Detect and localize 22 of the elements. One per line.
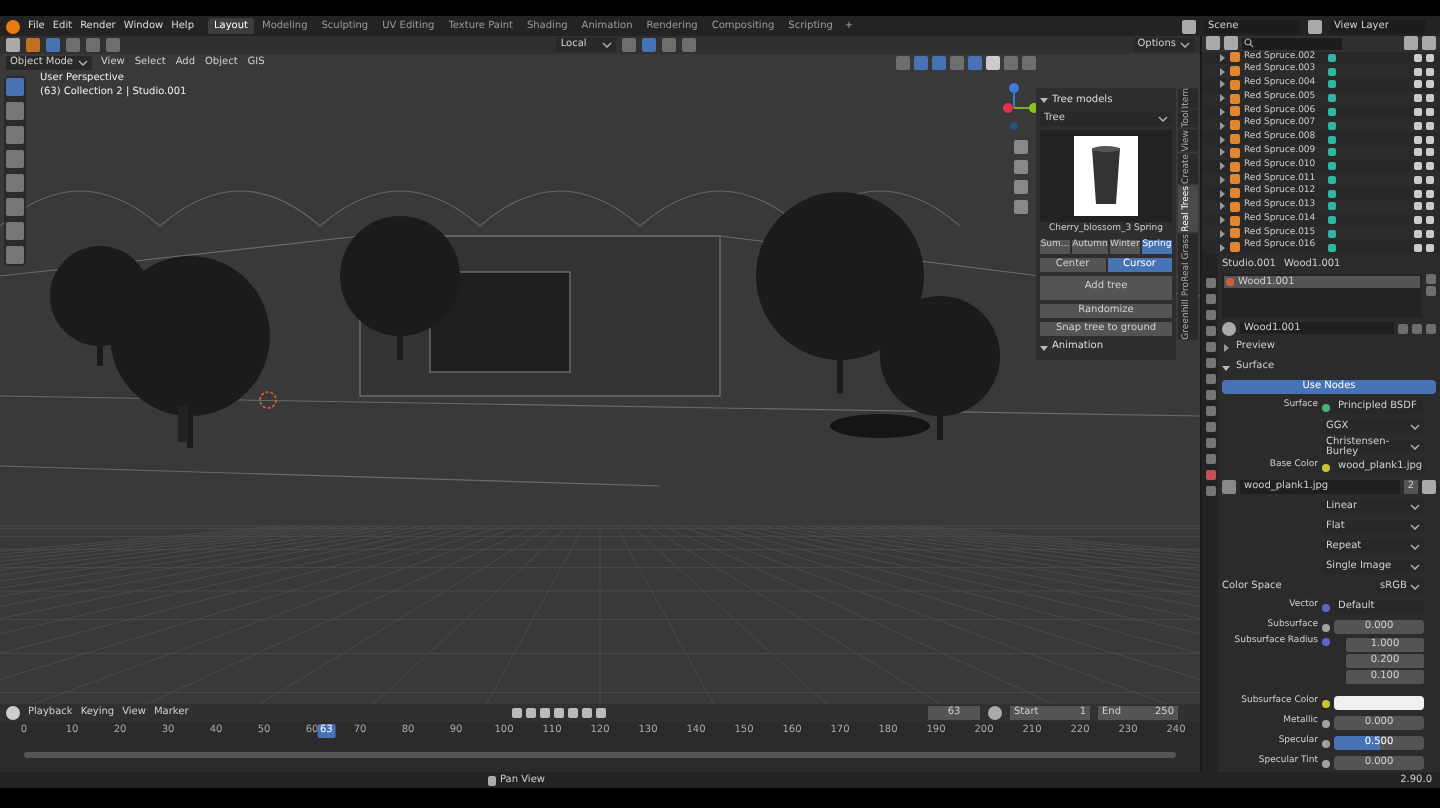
chevron-down-icon [1410,524,1420,530]
preview-thumbnail[interactable] [1074,136,1138,216]
chevron-down-icon [1410,564,1420,570]
chevron-down-icon [602,42,613,48]
chevron-down-icon [1410,584,1420,590]
chevron-down-icon [1158,116,1168,122]
chevron-down-icon [1180,42,1191,48]
expand-arrow-icon[interactable] [1222,343,1230,351]
chevron-down-icon [1410,424,1420,430]
color-swatch[interactable] [1334,696,1424,710]
chevron-down-icon [1410,544,1420,550]
collapse-arrow-icon[interactable] [1040,343,1048,351]
search-field[interactable] [1242,37,1342,50]
collapse-arrow-icon[interactable] [1222,363,1230,371]
timeline-scrollbar[interactable] [24,752,1176,758]
chevron-down-icon [1410,504,1420,510]
chevron-down-icon [1410,444,1420,450]
collapse-arrow-icon[interactable] [1040,96,1048,104]
chevron-down-icon [77,60,87,66]
search-icon [1244,38,1254,49]
vase-drawing [1092,146,1120,206]
3d-cursor-icon [258,390,278,410]
